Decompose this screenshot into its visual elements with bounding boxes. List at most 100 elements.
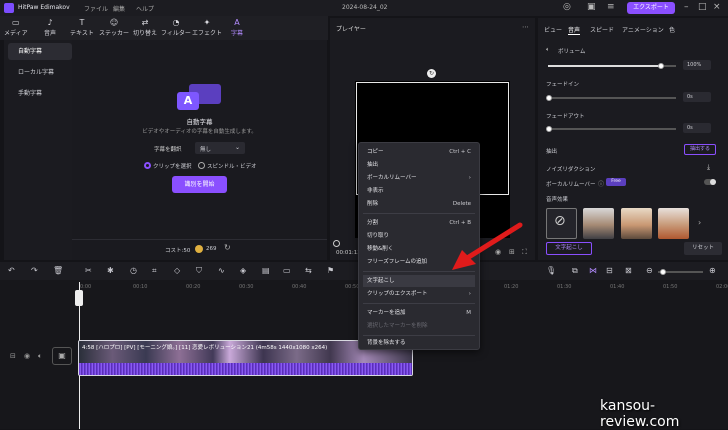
- sidebar-item-auto[interactable]: 自動字幕: [8, 43, 72, 60]
- menu-item-copy[interactable]: コピー Ctrl + C: [363, 146, 475, 158]
- snap-icon[interactable]: ⊟: [606, 266, 613, 275]
- menu-item-hide[interactable]: 非表示: [363, 185, 475, 197]
- tool-subtitle[interactable]: A 字幕: [231, 18, 243, 37]
- fadein-knob[interactable]: [546, 95, 552, 101]
- sidebar-item-manual[interactable]: 手動字幕: [8, 85, 72, 102]
- no-effect-icon[interactable]: ⊘: [546, 208, 577, 239]
- volume-slider[interactable]: [548, 63, 676, 69]
- tool-audio[interactable]: ♪ 音声: [44, 18, 56, 37]
- menu-item-vocal-remover[interactable]: ボーカルリムーバー ›: [363, 172, 475, 184]
- menu-item-extract[interactable]: 抽出: [363, 159, 475, 171]
- media-toolbar: ▭ メディア ♪ 音声 T テキスト ☺ ステッカー ⇄ 切り替え ◔ フィルター ✦ エフェ…: [0, 16, 328, 40]
- menu-item-add-marker[interactable]: マーカーを追加 M: [363, 307, 475, 319]
- menu-item-transcribe[interactable]: 文字起こし: [363, 275, 475, 287]
- fadein-value[interactable]: 0s: [683, 92, 711, 102]
- tab-audio[interactable]: 音声: [568, 25, 580, 34]
- replace-icon[interactable]: ⇆: [305, 266, 312, 275]
- rotate-handle-icon[interactable]: ↻: [427, 69, 436, 78]
- playhead-handle[interactable]: [75, 290, 83, 306]
- tool-text[interactable]: T テキスト: [70, 18, 94, 37]
- chevron-right-icon[interactable]: ›: [698, 218, 701, 227]
- radio-spindle-video[interactable]: [198, 162, 205, 169]
- voice-avatar-man[interactable]: [583, 208, 614, 239]
- zoom-out-icon[interactable]: ⊖: [646, 266, 653, 275]
- crop-icon[interactable]: ⌗: [152, 266, 157, 276]
- menu-file[interactable]: ファイル: [84, 4, 108, 13]
- tab-animation[interactable]: アニメーション: [622, 25, 664, 34]
- undo-icon[interactable]: ↶: [8, 266, 15, 275]
- magnet-icon[interactable]: ⋈: [589, 266, 597, 275]
- tool-effect[interactable]: ✦ エフェクト: [192, 18, 222, 37]
- zoom-slider[interactable]: [658, 269, 703, 275]
- ruler-tick-label: 02:00: [716, 284, 728, 290]
- tab-view[interactable]: ビュー: [544, 25, 562, 34]
- fadeout-value[interactable]: 0s: [683, 123, 711, 133]
- fadein-slider[interactable]: [546, 95, 676, 101]
- ruler-tick-label: 00:10: [133, 284, 148, 290]
- tab-speed[interactable]: スピード: [590, 25, 614, 34]
- start-recognition-button[interactable]: 識別を開始: [172, 176, 227, 193]
- zoom-in-icon[interactable]: ⊕: [709, 266, 716, 275]
- volume-icon: 🔈︎: [546, 46, 550, 53]
- speed-icon[interactable]: ◷: [130, 266, 137, 275]
- delete-icon[interactable]: 🗑︎: [53, 266, 63, 275]
- link-icon[interactable]: ⧉: [572, 266, 578, 276]
- volume-knob[interactable]: [657, 63, 664, 69]
- track-audio-icon[interactable]: 🔈︎: [38, 352, 42, 361]
- ruler-tick-label: 00:20: [186, 284, 201, 290]
- tool-filter[interactable]: ◔ フィルター: [161, 18, 191, 37]
- translate-select[interactable]: 無し ⌄: [195, 142, 245, 154]
- menu-item-clip-export[interactable]: クリップのエクスポート ›: [363, 288, 475, 300]
- add-media-icon[interactable]: ▣: [52, 347, 72, 365]
- extract-button[interactable]: 抽出する: [684, 144, 716, 155]
- text-add-icon[interactable]: ▤: [262, 266, 270, 275]
- keyframe-icon[interactable]: ◈: [240, 266, 246, 275]
- fadeout-knob[interactable]: [546, 126, 552, 132]
- track-settings-icon[interactable]: ⊟: [10, 352, 16, 360]
- mirror-icon[interactable]: ◇: [174, 266, 180, 275]
- scrub-knob[interactable]: [333, 240, 340, 247]
- redo-icon[interactable]: ↷: [31, 266, 38, 275]
- track-visible-icon[interactable]: ◉: [24, 352, 30, 360]
- mic-icon[interactable]: 🎙︎: [546, 266, 556, 275]
- free-badge: Free: [606, 178, 626, 186]
- tool-transition[interactable]: ⇄ 切り替え: [133, 18, 157, 37]
- export-button[interactable]: エクスポート: [627, 2, 675, 14]
- mask-icon[interactable]: ⛉: [196, 266, 202, 276]
- zoom-knob[interactable]: [660, 269, 666, 275]
- gift-icon[interactable]: ▣: [587, 2, 596, 12]
- tab-color[interactable]: 色: [669, 25, 675, 34]
- fit-icon[interactable]: ⊠: [625, 266, 632, 275]
- more-icon[interactable]: ⋯: [522, 23, 529, 31]
- volume-value[interactable]: 100%: [683, 60, 711, 70]
- menu-edit[interactable]: 編集: [113, 4, 125, 13]
- menu-item-delete[interactable]: 削除 Delete: [363, 198, 475, 210]
- reset-button[interactable]: リセット: [684, 242, 722, 255]
- voice-avatar-woman[interactable]: [621, 208, 652, 239]
- transcribe-button[interactable]: 文字起こし: [546, 242, 592, 255]
- refresh-icon[interactable]: ↻: [224, 243, 231, 252]
- folder-icon: ▭: [12, 18, 20, 27]
- minimize-icon[interactable]: –: [684, 2, 689, 12]
- voice-avatar-girl[interactable]: [658, 208, 689, 239]
- menu-help[interactable]: ヘルプ: [136, 4, 154, 13]
- freeze-icon[interactable]: ✱: [107, 266, 114, 275]
- feedback-icon[interactable]: ◎: [563, 2, 571, 12]
- sticker-icon: ☺: [109, 18, 119, 27]
- sidebar-item-local[interactable]: ローカル字幕: [8, 64, 72, 81]
- tool-sticker[interactable]: ☺ ステッカー: [99, 18, 129, 37]
- tool-media[interactable]: ▭ メディア: [4, 18, 28, 37]
- radio-selected-clip[interactable]: [144, 162, 151, 169]
- subtitle-add-icon[interactable]: ▭: [283, 266, 291, 275]
- fadeout-slider[interactable]: [546, 126, 676, 132]
- audio-wave-icon[interactable]: ∿: [218, 266, 225, 275]
- menu-item-remove-background[interactable]: 背景を除去する: [363, 337, 475, 349]
- maximize-icon[interactable]: □: [698, 2, 707, 12]
- ruler-tick-label: 01:30: [557, 284, 572, 290]
- split-icon[interactable]: ✂: [85, 266, 92, 275]
- marker-icon[interactable]: ⚑: [327, 266, 334, 275]
- close-icon[interactable]: ×: [713, 2, 721, 12]
- download-icon[interactable]: ⤓: [707, 163, 710, 172]
- vocal-toggle[interactable]: [704, 179, 716, 185]
- menu-icon[interactable]: ≡: [607, 2, 615, 12]
